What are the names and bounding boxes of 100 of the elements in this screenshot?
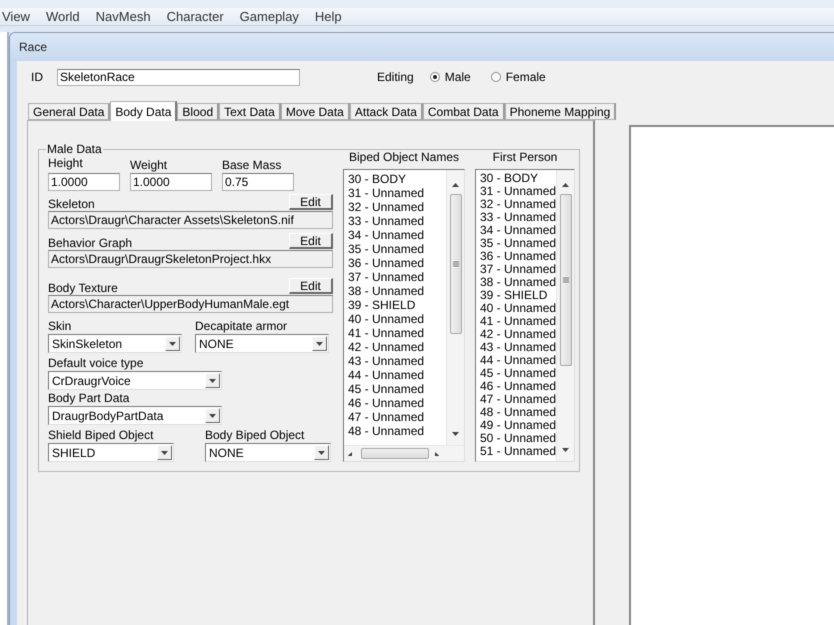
list-item[interactable]: 34 - Unnamed xyxy=(348,228,446,242)
list-item[interactable]: 39 - SHIELD xyxy=(480,289,556,302)
number-field[interactable]: 0.75 xyxy=(222,173,294,191)
tab[interactable]: Blood xyxy=(177,103,220,120)
list-item[interactable]: 45 - Unnamed xyxy=(348,382,446,396)
tab[interactable]: Combat Data xyxy=(422,103,505,120)
list-item[interactable]: 43 - Unnamed xyxy=(348,354,446,368)
list-item[interactable]: 41 - Unnamed xyxy=(480,315,556,328)
number-field[interactable]: 1.0000 xyxy=(130,173,212,191)
edit-button[interactable]: Edit xyxy=(289,233,333,249)
caret-icon xyxy=(318,450,325,454)
scrollbar[interactable] xyxy=(556,170,574,461)
scroll-down-icon xyxy=(562,448,570,452)
caret-icon xyxy=(316,342,323,346)
menu-item[interactable]: Character xyxy=(158,9,232,24)
list-item[interactable]: 35 - Unnamed xyxy=(480,237,556,250)
caret-icon xyxy=(209,414,216,418)
menu-item[interactable]: World xyxy=(38,9,88,24)
tab[interactable]: General Data xyxy=(28,103,110,120)
field-label: Skeleton xyxy=(48,197,95,211)
list-item[interactable]: 34 - Unnamed xyxy=(480,224,556,237)
list-item[interactable]: 46 - Unnamed xyxy=(348,396,446,410)
tab[interactable]: Text Data xyxy=(219,103,281,120)
list-item[interactable]: 48 - Unnamed xyxy=(480,406,556,419)
list-item[interactable]: 32 - Unnamed xyxy=(348,200,446,214)
list-item[interactable]: 41 - Unnamed xyxy=(348,326,446,340)
grip-icon xyxy=(562,277,569,283)
list-item[interactable]: 42 - Unnamed xyxy=(348,340,446,354)
dropdown[interactable]: DraugrBodyPartData xyxy=(48,406,222,425)
list-item[interactable]: 36 - Unnamed xyxy=(480,250,556,263)
list-item[interactable]: 30 - BODY xyxy=(480,172,556,185)
field-label: Body Biped Object xyxy=(205,428,306,442)
list-item[interactable]: 47 - Unnamed xyxy=(480,393,556,406)
list-item[interactable]: 32 - Unnamed xyxy=(480,198,556,211)
list-title: First Person xyxy=(492,150,558,164)
editing-label: Editing xyxy=(377,70,414,84)
list-item[interactable]: 46 - Unnamed xyxy=(480,380,556,393)
list-item[interactable]: 49 - Unnamed xyxy=(480,419,556,432)
field-label: Body Texture xyxy=(48,281,118,295)
list-item[interactable]: 40 - Unnamed xyxy=(480,302,556,315)
scroll-left-icon xyxy=(348,452,355,456)
path-field: Actors\Draugr\DraugrSkeletonProject.hkx xyxy=(48,250,333,268)
list-item[interactable]: 51 - Unnamed xyxy=(480,445,556,458)
list-item[interactable]: 50 - Unnamed xyxy=(480,432,556,445)
scrollbar[interactable] xyxy=(446,170,464,445)
menu-item[interactable]: NavMesh xyxy=(88,9,159,24)
tab[interactable]: Move Data xyxy=(280,103,350,120)
list-item[interactable]: 35 - Unnamed xyxy=(348,242,446,256)
tab[interactable]: Attack Data xyxy=(350,103,423,120)
list-item[interactable]: 33 - Unnamed xyxy=(348,214,446,228)
dropdown[interactable]: SHIELD xyxy=(48,443,174,462)
dropdown[interactable]: NONE xyxy=(195,334,329,353)
list-item[interactable]: 31 - Unnamed xyxy=(348,186,446,200)
list-item[interactable]: 31 - Unnamed xyxy=(480,185,556,198)
tab[interactable]: Body Data xyxy=(110,101,178,121)
edit-button[interactable]: Edit xyxy=(289,278,333,294)
scroll-down-icon xyxy=(452,432,459,436)
edit-button[interactable]: Edit xyxy=(289,194,333,210)
list-item[interactable]: 39 - SHIELD xyxy=(348,298,446,312)
menu-item[interactable]: Gameplay xyxy=(232,9,307,24)
list-item[interactable]: 47 - Unnamed xyxy=(348,410,446,424)
list-item[interactable]: 36 - Unnamed xyxy=(348,256,446,270)
tab[interactable]: Phoneme Mapping xyxy=(504,103,616,120)
caret-icon xyxy=(209,378,216,382)
list-item[interactable]: 44 - Unnamed xyxy=(348,368,446,382)
radio-button[interactable]: Female xyxy=(490,70,546,84)
scroll-up-icon xyxy=(562,183,570,187)
list-item[interactable]: 37 - Unnamed xyxy=(480,263,556,276)
list-item[interactable]: 33 - Unnamed xyxy=(480,211,556,224)
field-label: Weight xyxy=(130,158,168,173)
list-item[interactable]: 40 - Unnamed xyxy=(348,312,446,326)
list-item[interactable]: 45 - Unnamed xyxy=(480,367,556,380)
list-item[interactable]: 48 - Unnamed xyxy=(348,424,446,438)
list-item[interactable]: 37 - Unnamed xyxy=(348,270,446,284)
path-field: Actors\Draugr\Character Assets\SkeletonS.nif xyxy=(48,211,333,229)
menu-item[interactable]: View xyxy=(0,9,38,24)
scrollbar[interactable] xyxy=(344,445,464,461)
list-item[interactable]: 38 - Unnamed xyxy=(480,276,556,289)
field-label: Skin xyxy=(48,319,72,333)
scroll-up-icon xyxy=(452,183,459,187)
field-label: Decapitate armor xyxy=(195,319,288,333)
id-field[interactable]: SkeletonRace xyxy=(57,68,300,86)
list-item[interactable]: 38 - Unnamed xyxy=(348,284,446,298)
dropdown[interactable]: NONE xyxy=(205,443,331,462)
radio-button[interactable]: Male xyxy=(430,70,471,84)
list-item[interactable]: 44 - Unnamed xyxy=(480,354,556,367)
field-label: Body Part Data xyxy=(48,391,130,405)
field-label: ID xyxy=(31,70,43,84)
list-item[interactable]: 42 - Unnamed xyxy=(480,328,556,341)
path-field: Actors\Character\UpperBodyHumanMale.egt xyxy=(48,295,333,313)
field-label: Behavior Graph xyxy=(48,236,132,250)
menu-item[interactable]: Help xyxy=(306,9,350,24)
list-item[interactable]: 43 - Unnamed xyxy=(480,341,556,354)
field-label: Base Mass xyxy=(222,158,282,173)
list-item[interactable]: 30 - BODY xyxy=(348,172,446,186)
number-field[interactable]: 1.0000 xyxy=(48,173,120,191)
list-title: Biped Object Names xyxy=(348,150,460,164)
caret-icon xyxy=(169,342,176,346)
dropdown[interactable]: SkinSkeleton xyxy=(48,334,182,353)
dropdown[interactable]: CrDraugrVoice xyxy=(48,371,222,390)
